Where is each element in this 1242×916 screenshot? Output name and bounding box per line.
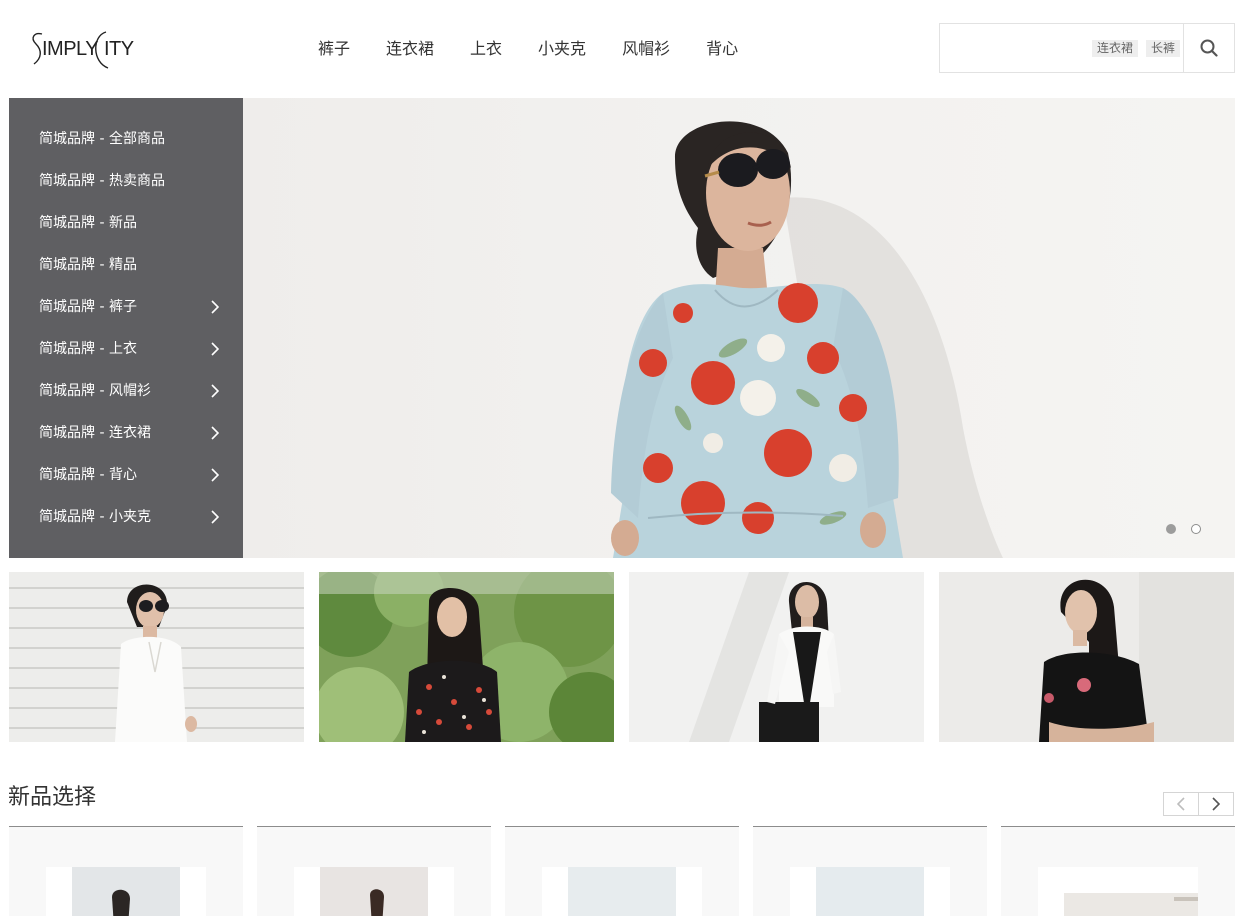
menu-item-hot-products[interactable]: 简城品牌 - 热卖商品 bbox=[9, 160, 243, 202]
menu-item-label: 简城品牌 - 全部商品 bbox=[39, 131, 165, 147]
chevron-right-icon bbox=[1212, 797, 1220, 811]
product-image bbox=[320, 867, 428, 916]
menu-item-vests[interactable]: 简城品牌 - 背心 bbox=[9, 454, 243, 496]
product-image bbox=[568, 867, 676, 916]
menu-item-new[interactable]: 简城品牌 - 新品 bbox=[9, 202, 243, 244]
promo-image-black-tee bbox=[939, 572, 1234, 742]
product-card-2[interactable] bbox=[257, 826, 491, 916]
product-card-5[interactable] bbox=[1001, 826, 1235, 916]
category-side-menu: 简城品牌 - 全部商品 简城品牌 - 热卖商品 简城品牌 - 新品 简城品牌 -… bbox=[9, 98, 243, 558]
hero-image bbox=[611, 121, 1003, 558]
brand-logo-mark: IMPLY ITY bbox=[32, 31, 134, 69]
nav-item-vests[interactable]: 背心 bbox=[706, 36, 738, 62]
hot-word-dresses[interactable]: 连衣裙 bbox=[1092, 40, 1139, 57]
product-card-4[interactable] bbox=[753, 826, 987, 916]
carousel-dot-1[interactable] bbox=[1166, 524, 1176, 534]
chevron-right-icon bbox=[211, 300, 219, 314]
menu-item-label: 简城品牌 - 连衣裙 bbox=[39, 425, 151, 441]
menu-item-label: 简城品牌 - 背心 bbox=[39, 467, 137, 483]
promo-image-garden-blouse bbox=[319, 572, 614, 742]
menu-item-label: 简城品牌 - 精品 bbox=[39, 257, 137, 273]
product-card-3[interactable] bbox=[505, 826, 739, 916]
carousel-dots bbox=[1151, 524, 1201, 534]
menu-item-pants[interactable]: 简城品牌 - 裤子 bbox=[9, 286, 243, 328]
menu-item-premium[interactable]: 简城品牌 - 精品 bbox=[9, 244, 243, 286]
nav-item-jackets[interactable]: 小夹克 bbox=[538, 36, 586, 62]
promo-tile-2[interactable] bbox=[319, 572, 614, 742]
menu-item-dresses[interactable]: 简城品牌 - 连衣裙 bbox=[9, 412, 243, 454]
promo-image-white-jacket bbox=[629, 572, 924, 742]
search-box: 连衣裙 长裤 bbox=[939, 23, 1235, 73]
next-button[interactable] bbox=[1198, 792, 1234, 816]
product-image bbox=[1064, 893, 1198, 916]
main-nav: 裤子 连衣裙 上衣 小夹克 风帽衫 背心 bbox=[318, 36, 774, 62]
menu-item-label: 简城品牌 - 新品 bbox=[39, 215, 137, 231]
carousel-dot-2[interactable] bbox=[1191, 524, 1201, 534]
menu-item-hoodies[interactable]: 简城品牌 - 风帽衫 bbox=[9, 370, 243, 412]
menu-item-label: 简城品牌 - 上衣 bbox=[39, 341, 137, 357]
section-title-new-arrivals: 新品选择 bbox=[8, 785, 97, 810]
nav-item-pants[interactable]: 裤子 bbox=[318, 36, 350, 62]
product-image-frame bbox=[294, 867, 454, 916]
promo-image-white-blazer bbox=[9, 572, 304, 742]
chevron-right-icon bbox=[211, 510, 219, 524]
search-button[interactable] bbox=[1183, 24, 1234, 72]
menu-item-tops[interactable]: 简城品牌 - 上衣 bbox=[9, 328, 243, 370]
product-image-frame bbox=[542, 867, 702, 916]
chevron-right-icon bbox=[211, 468, 219, 482]
nav-item-tops[interactable]: 上衣 bbox=[470, 36, 502, 62]
svg-text:ITY: ITY bbox=[104, 38, 134, 60]
hero-banner[interactable] bbox=[243, 98, 1235, 558]
chevron-right-icon bbox=[211, 342, 219, 356]
menu-item-label: 简城品牌 - 风帽衫 bbox=[39, 383, 151, 399]
product-image bbox=[72, 867, 180, 916]
product-card-1[interactable] bbox=[9, 826, 243, 916]
brand-logo[interactable]: IMPLY ITY bbox=[28, 24, 138, 74]
promo-tile-4[interactable] bbox=[939, 572, 1234, 742]
prev-button[interactable] bbox=[1163, 792, 1199, 816]
menu-item-label: 简城品牌 - 裤子 bbox=[39, 299, 137, 315]
nav-item-dresses[interactable]: 连衣裙 bbox=[386, 36, 434, 62]
menu-item-label: 简城品牌 - 小夹克 bbox=[39, 509, 151, 525]
product-image-frame bbox=[790, 867, 950, 916]
chevron-right-icon bbox=[211, 384, 219, 398]
product-image-frame bbox=[1038, 867, 1198, 916]
chevron-right-icon bbox=[211, 426, 219, 440]
hot-word-trousers[interactable]: 长裤 bbox=[1146, 40, 1181, 57]
hot-search-words: 连衣裙 长裤 bbox=[1084, 40, 1181, 57]
search-input[interactable] bbox=[940, 24, 1078, 72]
svg-text:IMPLY: IMPLY bbox=[42, 38, 98, 60]
menu-item-jackets[interactable]: 简城品牌 - 小夹克 bbox=[9, 496, 243, 538]
product-image-frame bbox=[46, 867, 206, 916]
chevron-left-icon bbox=[1177, 797, 1185, 811]
carousel-pager bbox=[1163, 792, 1234, 816]
product-image bbox=[816, 867, 924, 916]
menu-item-all-products[interactable]: 简城品牌 - 全部商品 bbox=[9, 118, 243, 160]
menu-item-label: 简城品牌 - 热卖商品 bbox=[39, 173, 165, 189]
promo-tile-3[interactable] bbox=[629, 572, 924, 742]
promo-tile-1[interactable] bbox=[9, 572, 304, 742]
search-icon bbox=[1200, 39, 1218, 57]
nav-item-hoodies[interactable]: 风帽衫 bbox=[622, 36, 670, 62]
